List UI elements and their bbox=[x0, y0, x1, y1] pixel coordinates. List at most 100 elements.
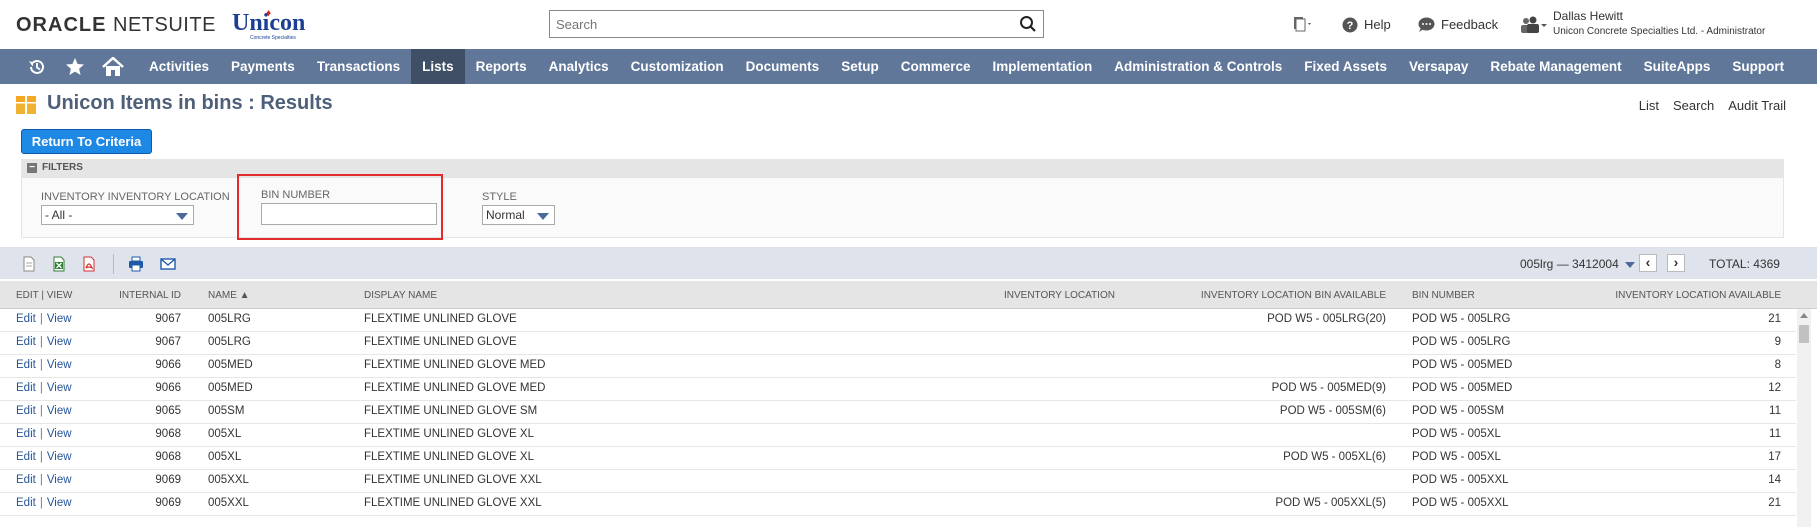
table-row: Edit | View 9066 005MED FLEXTIME UNLINED GLOV… bbox=[0, 355, 1796, 378]
svg-text:?: ? bbox=[1347, 20, 1354, 32]
edit-link[interactable]: Edit bbox=[16, 451, 36, 463]
user-info[interactable]: Dallas Hewitt Unicon Concrete Specialtie… bbox=[1553, 9, 1765, 39]
view-link[interactable]: View bbox=[47, 497, 72, 509]
nav-item-customization[interactable]: Customization bbox=[620, 49, 735, 84]
export-csv-icon[interactable] bbox=[21, 256, 37, 272]
nav-item-implementation[interactable]: Implementation bbox=[981, 49, 1103, 84]
help-icon: ? bbox=[1342, 17, 1358, 32]
oracle-netsuite-logo[interactable]: ORACLE NETSUITE bbox=[16, 14, 216, 37]
prev-page-button[interactable]: ‹ bbox=[1639, 254, 1657, 272]
edit-link[interactable]: Edit bbox=[16, 313, 36, 325]
nav-item-payments[interactable]: Payments bbox=[220, 49, 306, 84]
bin-number-cell: POD W5 - 005MED bbox=[1412, 359, 1513, 371]
internal-id-cell: 9069 bbox=[155, 474, 181, 486]
audit-trail-link[interactable]: Audit Trail bbox=[1728, 98, 1786, 113]
col-location-available[interactable]: INVENTORY LOCATION AVAILABLE bbox=[1560, 290, 1781, 301]
feedback-icon bbox=[1418, 17, 1435, 32]
recent-icon[interactable] bbox=[18, 49, 56, 84]
edit-link[interactable]: Edit bbox=[16, 474, 36, 486]
bin-number-cell: POD W5 - 005XXL bbox=[1412, 474, 1509, 486]
search-icon[interactable] bbox=[1019, 15, 1037, 33]
link-separator: | bbox=[39, 428, 43, 440]
view-link[interactable]: View bbox=[47, 336, 72, 348]
edit-link[interactable]: Edit bbox=[16, 382, 36, 394]
table-row: Edit | View 9065 005SM FLEXTIME UNLINED GLOVE… bbox=[0, 401, 1796, 424]
nav-item-fixed-assets[interactable]: Fixed Assets bbox=[1293, 49, 1398, 84]
shortcuts-menu[interactable] bbox=[1292, 0, 1314, 49]
results-table: Edit | View 9067 005LRG FLEXTIME UNLINED GLOV… bbox=[0, 309, 1796, 516]
email-icon[interactable] bbox=[160, 256, 176, 272]
feedback-link[interactable]: Feedback bbox=[1418, 17, 1498, 33]
edit-link[interactable]: Edit bbox=[16, 359, 36, 371]
print-icon[interactable] bbox=[128, 256, 144, 272]
col-bin-number[interactable]: BIN NUMBER bbox=[1412, 290, 1475, 301]
location-available-cell: 9 bbox=[1774, 336, 1781, 348]
nav-item-transactions[interactable]: Transactions bbox=[306, 49, 411, 84]
view-link[interactable]: View bbox=[47, 313, 72, 325]
export-pdf-icon[interactable] bbox=[81, 256, 97, 272]
filters-heading: FILTERS bbox=[42, 162, 83, 173]
global-search[interactable] bbox=[549, 10, 1044, 38]
nav-item-documents[interactable]: Documents bbox=[735, 49, 831, 84]
bin-number-cell: POD W5 - 005SM bbox=[1412, 405, 1505, 417]
name-cell: 005SM bbox=[208, 405, 245, 417]
star-icon[interactable] bbox=[56, 49, 94, 84]
collapse-icon[interactable]: − bbox=[27, 163, 37, 173]
nav-item-administration-controls[interactable]: Administration & Controls bbox=[1103, 49, 1293, 84]
col-inventory-location[interactable]: INVENTORY LOCATION bbox=[1004, 290, 1115, 301]
col-name[interactable]: NAME ▲ bbox=[208, 290, 250, 301]
return-to-criteria-button[interactable]: Return To Criteria bbox=[21, 129, 152, 154]
nav-item-analytics[interactable]: Analytics bbox=[538, 49, 620, 84]
nav-item-versapay[interactable]: Versapay bbox=[1398, 49, 1479, 84]
search-link[interactable]: Search bbox=[1673, 98, 1714, 113]
next-page-button[interactable]: › bbox=[1667, 254, 1685, 272]
nav-item-suiteapps[interactable]: SuiteApps bbox=[1633, 49, 1722, 84]
view-link[interactable]: View bbox=[47, 474, 72, 486]
display-name-cell: FLEXTIME UNLINED GLOVE XL bbox=[364, 451, 534, 463]
view-link[interactable]: View bbox=[47, 405, 72, 417]
edit-link[interactable]: Edit bbox=[16, 336, 36, 348]
location-available-cell: 12 bbox=[1768, 382, 1781, 394]
col-internal-id[interactable]: INTERNAL ID bbox=[100, 290, 181, 301]
link-separator: | bbox=[39, 313, 43, 325]
internal-id-cell: 9068 bbox=[155, 428, 181, 440]
nav-item-setup[interactable]: Setup bbox=[830, 49, 890, 84]
nav-item-activities[interactable]: Activities bbox=[138, 49, 220, 84]
nav-item-lists[interactable]: Lists bbox=[411, 49, 465, 84]
col-bin-available[interactable]: INVENTORY LOCATION BIN AVAILABLE bbox=[1160, 290, 1386, 301]
col-display-name[interactable]: DISPLAY NAME bbox=[364, 290, 437, 301]
scroll-thumb[interactable] bbox=[1799, 325, 1809, 343]
table-row: Edit | View 9066 005MED FLEXTIME UNLINED GLOV… bbox=[0, 378, 1796, 401]
nav-item-support[interactable]: Support bbox=[1721, 49, 1795, 84]
page-range-select[interactable]: 005lrg — 3412004 bbox=[1520, 257, 1636, 271]
bin-number-cell: POD W5 - 005XXL bbox=[1412, 497, 1509, 509]
table-row: Edit | View 9068 005XL FLEXTIME UNLINED GLOVE… bbox=[0, 447, 1796, 470]
style-filter-select[interactable]: Normal bbox=[482, 205, 555, 225]
scroll-up-arrow-icon[interactable] bbox=[1800, 313, 1808, 318]
location-filter-select[interactable]: - All - bbox=[41, 205, 194, 225]
nav-item-reports[interactable]: Reports bbox=[465, 49, 538, 84]
view-link[interactable]: View bbox=[47, 428, 72, 440]
view-link[interactable]: View bbox=[47, 359, 72, 371]
view-link[interactable]: View bbox=[47, 382, 72, 394]
vertical-scrollbar[interactable] bbox=[1797, 309, 1811, 527]
nav-item-rebate-management[interactable]: Rebate Management bbox=[1479, 49, 1632, 84]
company-logo[interactable]: Unicon ♦ Concrete Specialties bbox=[232, 8, 322, 42]
edit-link[interactable]: Edit bbox=[16, 405, 36, 417]
list-link[interactable]: List bbox=[1639, 98, 1659, 113]
location-available-cell: 11 bbox=[1769, 405, 1781, 417]
home-icon[interactable] bbox=[94, 49, 132, 84]
help-link[interactable]: ? Help bbox=[1342, 17, 1391, 33]
edit-link[interactable]: Edit bbox=[16, 428, 36, 440]
export-excel-icon[interactable] bbox=[51, 256, 67, 272]
edit-link[interactable]: Edit bbox=[16, 497, 36, 509]
nav-item-commerce[interactable]: Commerce bbox=[890, 49, 982, 84]
style-filter-label: STYLE bbox=[482, 191, 517, 203]
edit-view-links: Edit | View bbox=[16, 405, 72, 417]
name-cell: 005XL bbox=[208, 428, 242, 440]
roles-menu[interactable] bbox=[1520, 0, 1548, 49]
view-link[interactable]: View bbox=[47, 451, 72, 463]
internal-id-cell: 9068 bbox=[155, 451, 181, 463]
results-toolbar: 005lrg — 3412004 ‹ › TOTAL: 4369 bbox=[0, 247, 1817, 279]
search-input[interactable] bbox=[550, 11, 1010, 37]
